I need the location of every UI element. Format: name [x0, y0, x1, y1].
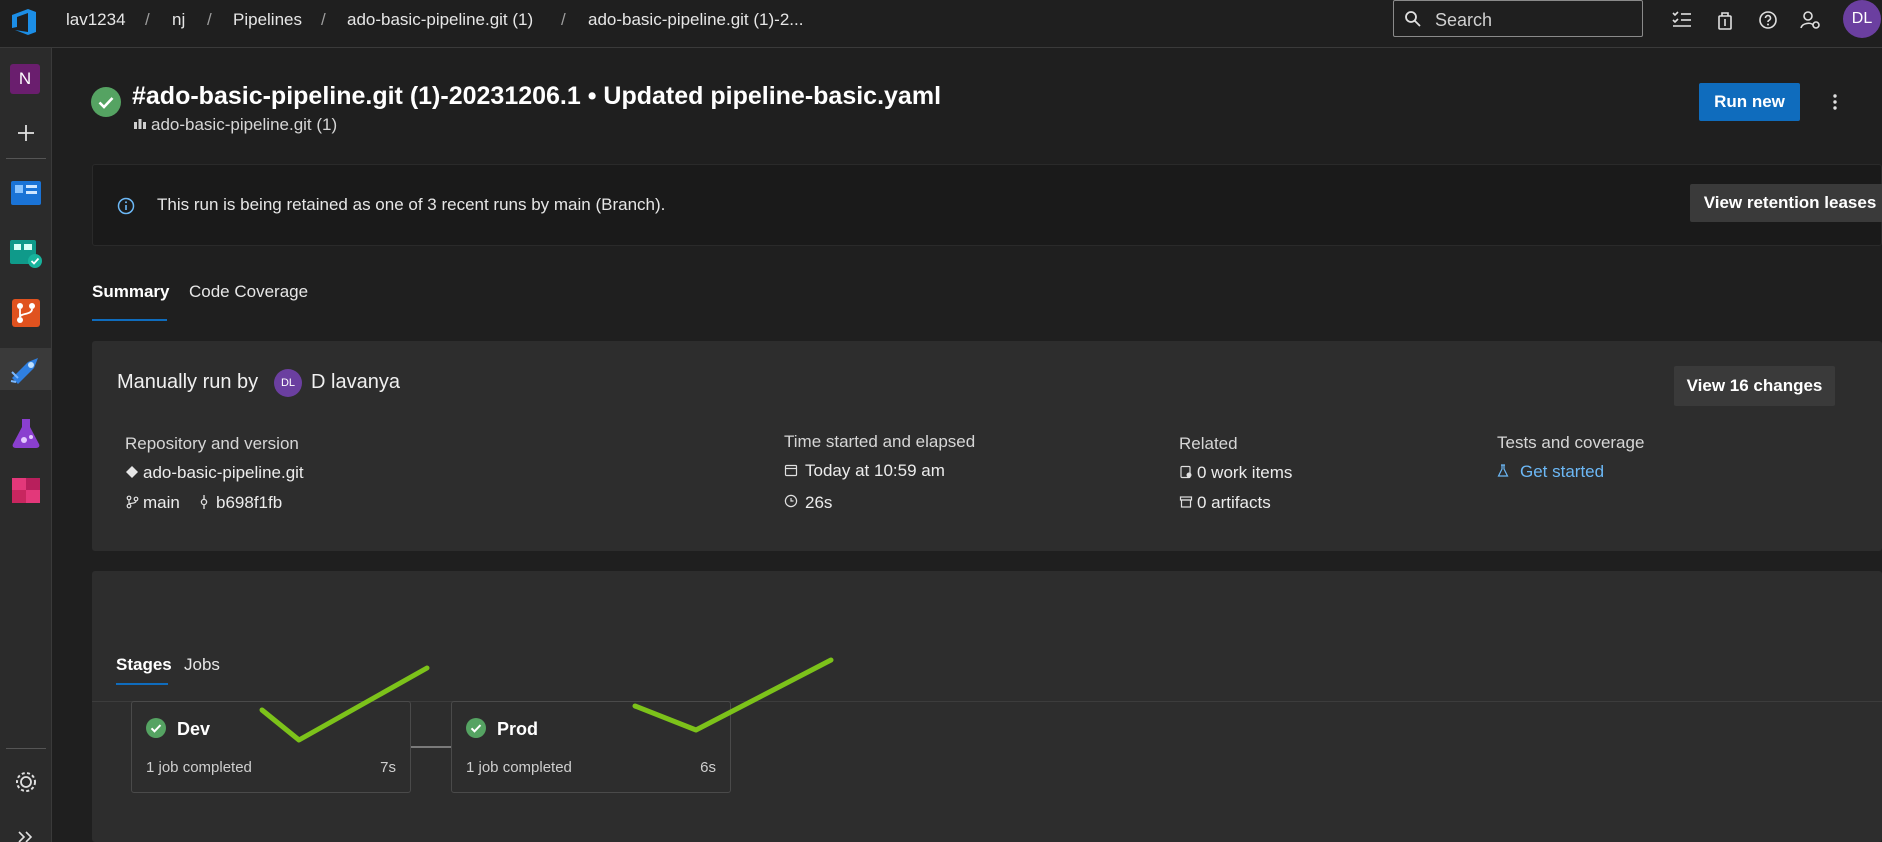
overview-icon[interactable] — [5, 172, 47, 214]
checkmark-annotations — [259, 657, 834, 743]
test-plans-icon[interactable] — [5, 412, 47, 454]
add-icon[interactable] — [5, 112, 47, 154]
help-icon[interactable] — [1756, 8, 1780, 32]
main-content: #ado-basic-pipeline.git (1)-20231206.1 •… — [52, 49, 1882, 842]
left-navigation: N — [0, 48, 52, 842]
search-input[interactable]: Search — [1435, 10, 1492, 31]
repos-icon[interactable] — [5, 292, 47, 334]
breadcrumb-run[interactable]: ado-basic-pipeline.git (1)-2... — [588, 10, 803, 30]
pipelines-icon[interactable] — [0, 348, 52, 390]
breadcrumb-pipeline[interactable]: ado-basic-pipeline.git (1) — [347, 10, 533, 30]
nav-divider — [6, 748, 46, 749]
project-settings-icon[interactable] — [5, 761, 47, 803]
search-icon — [1404, 10, 1422, 28]
breadcrumb-separator: / — [321, 10, 326, 29]
user-avatar[interactable]: DL — [1843, 0, 1881, 38]
boards-icon[interactable] — [5, 232, 47, 274]
breadcrumb-separator: / — [561, 10, 566, 29]
nav-divider — [6, 158, 46, 159]
top-bar: lav1234 / nj / Pipelines / ado-basic-pip… — [0, 0, 1882, 48]
project-avatar[interactable]: N — [5, 59, 47, 101]
project-initial: N — [10, 64, 40, 94]
breadcrumb-separator: / — [207, 10, 212, 29]
breadcrumb-pipelines[interactable]: Pipelines — [233, 10, 302, 30]
marketplace-bag-icon[interactable] — [1713, 8, 1737, 32]
prod-checkmark-annotation — [632, 657, 834, 733]
search-box[interactable]: Search — [1393, 0, 1643, 37]
work-items-icon[interactable] — [1670, 8, 1694, 32]
user-settings-icon[interactable] — [1798, 8, 1822, 32]
dev-checkmark-annotation — [259, 665, 430, 743]
breadcrumb-separator: / — [145, 10, 150, 29]
artifacts-icon[interactable] — [5, 468, 47, 510]
breadcrumb-org[interactable]: lav1234 — [66, 10, 126, 30]
expand-nav-icon[interactable] — [5, 818, 47, 842]
azure-devops-logo[interactable] — [8, 6, 40, 38]
breadcrumb-project[interactable]: nj — [172, 10, 185, 30]
